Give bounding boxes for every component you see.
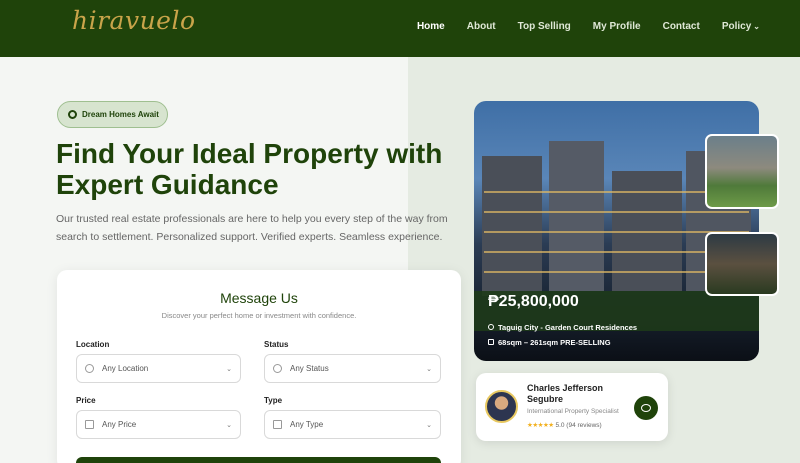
location-pin-icon: [488, 324, 494, 330]
property-location-text: Taguig City - Garden Court Residences: [498, 323, 638, 332]
price-label: Price: [76, 396, 96, 405]
window-lights: [484, 211, 749, 213]
building-icon: [273, 420, 282, 429]
star-icons: ★★★★★: [527, 422, 554, 429]
nav-top-selling[interactable]: Top Selling: [518, 21, 571, 32]
page-title: Find Your Ideal Property with Expert Gui…: [56, 138, 466, 200]
chat-icon: [641, 404, 651, 412]
property-location: Taguig City - Garden Court Residences: [488, 323, 637, 332]
property-size: 68sqm – 261sqm PRE-SELLING: [488, 338, 611, 347]
headline-line-2: Expert Guidance: [56, 169, 279, 200]
logo[interactable]: hiravuelo: [72, 6, 196, 35]
submit-button[interactable]: [76, 457, 441, 463]
status-select[interactable]: Any Status ⌄: [264, 354, 441, 383]
clock-icon: [273, 364, 282, 373]
form-subtitle: Discover your perfect home or investment…: [161, 311, 357, 320]
property-thumbnail-2[interactable]: [705, 232, 779, 296]
chevron-down-icon: ⌄: [426, 365, 432, 373]
property-price: ₱25,800,000: [488, 293, 579, 310]
headline-line-1: Find Your Ideal Property with: [56, 138, 443, 169]
building-shape: [482, 156, 542, 296]
property-thumbnail-1[interactable]: [705, 134, 779, 209]
type-select[interactable]: Any Type ⌄: [264, 410, 441, 439]
nav-policy[interactable]: Policy ⌄: [722, 21, 760, 32]
building-shape: [549, 141, 604, 291]
status-label: Status: [264, 340, 289, 349]
type-value: Any Type: [290, 420, 324, 429]
location-select[interactable]: Any Location ⌄: [76, 354, 241, 383]
badge-label: Dream Homes Await: [82, 110, 159, 119]
nav-about[interactable]: About: [467, 21, 496, 32]
chevron-down-icon: ⌄: [226, 365, 232, 373]
agent-name: Charles Jefferson Segubre: [527, 383, 604, 404]
location-label: Location: [76, 340, 110, 349]
cash-icon: [85, 420, 94, 429]
location-value: Any Location: [102, 364, 149, 373]
nav-home[interactable]: Home: [417, 21, 445, 32]
avatar: [485, 390, 518, 423]
property-size-text: 68sqm – 261sqm PRE-SELLING: [498, 338, 611, 347]
price-select[interactable]: Any Price ⌄: [76, 410, 241, 439]
home-icon: [488, 339, 494, 345]
chevron-down-icon: ⌄: [426, 421, 432, 429]
type-label: Type: [264, 396, 283, 405]
nav-links: Home About Top Selling My Profile Contac…: [417, 21, 760, 32]
dream-homes-badge: Dream Homes Await: [57, 101, 168, 128]
home-icon: [68, 110, 77, 119]
location-pin-icon: [85, 364, 94, 373]
price-value: Any Price: [102, 420, 137, 429]
chevron-down-icon: ⌄: [226, 421, 232, 429]
agent-card: Charles Jefferson Segubre International …: [476, 373, 668, 441]
navbar: hiravuelo Home About Top Selling My Prof…: [0, 0, 800, 57]
rating-text: 5.0 (94 reviews): [555, 422, 602, 429]
status-value: Any Status: [290, 364, 329, 373]
hero-subtext: Our trusted real estate professionals ar…: [56, 213, 448, 243]
nav-contact[interactable]: Contact: [663, 21, 700, 32]
chat-button[interactable]: [634, 396, 658, 420]
agent-role: International Property Specialist: [527, 408, 619, 415]
message-form: Message Us Discover your perfect home or…: [57, 270, 461, 463]
chevron-down-icon: ⌄: [753, 22, 760, 31]
form-title: Message Us: [220, 290, 298, 306]
nav-my-profile[interactable]: My Profile: [593, 21, 641, 32]
nav-policy-label: Policy: [721, 21, 752, 32]
agent-rating: ★★★★★ 5.0 (94 reviews): [527, 421, 602, 429]
